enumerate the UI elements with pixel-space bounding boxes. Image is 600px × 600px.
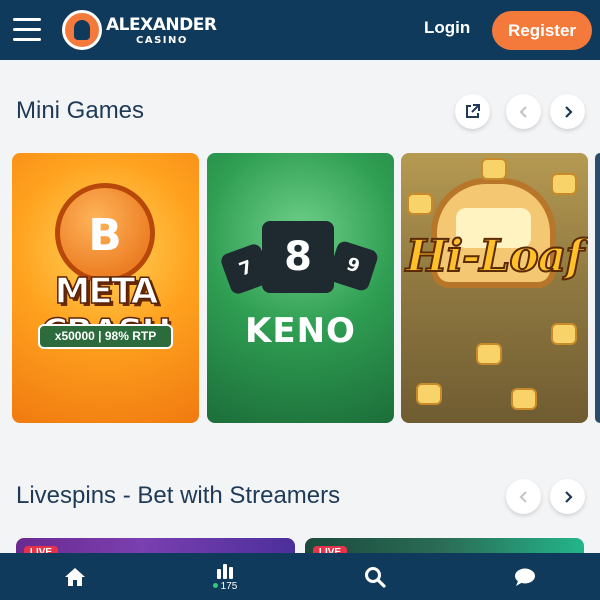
register-button[interactable]: Register: [492, 11, 592, 50]
toast-icon: [481, 158, 507, 180]
game-card-keno[interactable]: 7 9 8 KENO: [207, 153, 394, 423]
game-card-hi-loaf[interactable]: Hi-Loaf: [401, 153, 588, 423]
online-count: 175: [212, 581, 237, 592]
nav-search[interactable]: [300, 553, 450, 600]
login-button[interactable]: Login: [424, 18, 470, 38]
mini-games-next-button[interactable]: [550, 94, 585, 129]
bitcoin-coin-icon: B: [55, 183, 155, 283]
livespins-title: Livespins - Bet with Streamers: [16, 482, 341, 509]
logo-mark-icon: [62, 10, 102, 50]
nav-leaderboard[interactable]: 175: [150, 553, 300, 600]
game-title: Hi-Loaf: [405, 230, 585, 283]
livespins-next-button[interactable]: [550, 479, 585, 514]
game-title: KENO: [245, 311, 356, 351]
logo-sub: CASINO: [136, 35, 188, 46]
chevron-left-icon: [518, 490, 527, 503]
chevron-right-icon: [564, 490, 573, 503]
chevron-left-icon: [518, 105, 527, 118]
mini-games-title: Mini Games: [16, 97, 145, 124]
casino-logo[interactable]: ALEXANDER CASINO: [62, 10, 217, 50]
chevron-right-icon: [564, 105, 573, 118]
livespins-prev-button[interactable]: [506, 479, 541, 514]
toast-icon: [416, 383, 442, 405]
online-dot-icon: [212, 583, 218, 589]
nav-home[interactable]: [0, 553, 150, 600]
toast-icon: [511, 388, 537, 410]
external-link-icon: [466, 104, 480, 118]
search-icon: [365, 566, 386, 588]
keno-tile: 8: [262, 221, 334, 293]
toast-icon: [476, 343, 502, 365]
logo-name: ALEXANDER: [106, 15, 217, 35]
bottom-navigation: 175: [0, 553, 600, 600]
game-card-partial[interactable]: [595, 153, 600, 423]
bar-chart-icon: [217, 563, 233, 579]
game-badge: x50000 | 98% RTP: [38, 324, 173, 349]
toast-icon: [551, 323, 577, 345]
external-link-button[interactable]: [455, 94, 490, 129]
game-card-meta-crash[interactable]: B META CRASH x50000 | 98% RTP: [12, 153, 199, 423]
home-icon: [65, 567, 85, 586]
chat-icon: [515, 568, 535, 586]
nav-chat[interactable]: [450, 553, 600, 600]
top-header: ALEXANDER CASINO Login Register: [0, 0, 600, 60]
toast-icon: [551, 173, 577, 195]
toast-icon: [407, 193, 433, 215]
keno-tile: 9: [326, 239, 380, 293]
mini-games-prev-button[interactable]: [506, 94, 541, 129]
hamburger-menu-icon[interactable]: [13, 18, 41, 42]
